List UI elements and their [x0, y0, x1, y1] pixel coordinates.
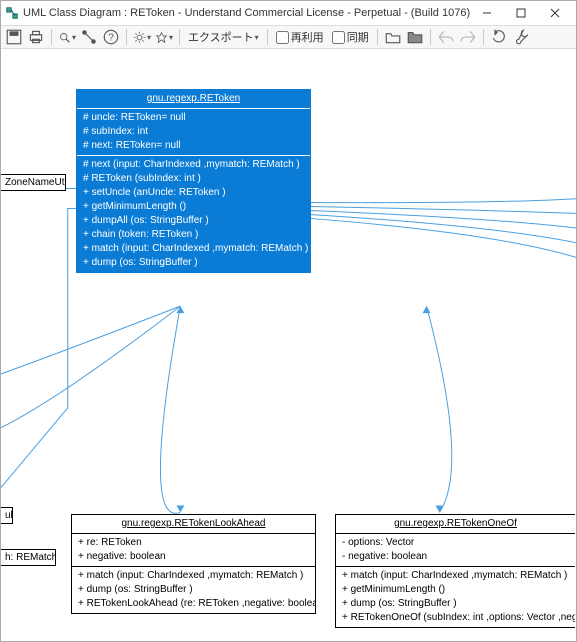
help-icon[interactable]: ? [102, 28, 120, 46]
wrench-icon[interactable] [512, 28, 530, 46]
titlebar: UML Class Diagram : REToken - Understand… [1, 1, 576, 25]
partial-class-zonenameutility[interactable]: ZoneNameUtility [1, 174, 66, 191]
class-operations: + match (input: CharIndexed ,mymatch: RE… [336, 567, 575, 627]
separator [267, 29, 268, 45]
export-dropdown[interactable]: エクスポート [186, 29, 261, 45]
maximize-button[interactable] [504, 2, 538, 24]
separator [483, 29, 484, 45]
separator [377, 29, 378, 45]
sync-checkbox[interactable]: 同期 [330, 29, 371, 45]
separator [126, 29, 127, 45]
gear-icon[interactable] [133, 28, 151, 46]
svg-text:?: ? [108, 32, 114, 43]
window-title: UML Class Diagram : REToken - Understand… [23, 7, 470, 19]
forward-icon[interactable] [459, 28, 477, 46]
class-operations: + match (input: CharIndexed ,mymatch: RE… [72, 567, 315, 613]
minimize-button[interactable] [470, 2, 504, 24]
class-name: gnu.regexp.RETokenLookAhead [72, 515, 315, 534]
toolbar: ? エクスポート 再利用 同期 [1, 25, 576, 49]
save-icon[interactable] [5, 28, 23, 46]
diagram-canvas[interactable]: ZoneNameUtility ub h: REMatch ) gnu.rege… [1, 49, 576, 641]
app-window: UML Class Diagram : REToken - Understand… [0, 0, 577, 642]
class-attributes: # uncle: REToken= null # subIndex: int #… [77, 109, 310, 156]
class-name: gnu.regexp.REToken [77, 90, 310, 109]
print-icon[interactable] [27, 28, 45, 46]
folder-open-icon[interactable] [384, 28, 402, 46]
class-attributes: + re: REToken + negative: boolean [72, 534, 315, 567]
reuse-checkbox[interactable]: 再利用 [274, 29, 326, 45]
app-icon [5, 6, 19, 20]
zoom-icon[interactable] [58, 28, 76, 46]
uml-class-retoken[interactable]: gnu.regexp.REToken # uncle: REToken= nul… [76, 89, 311, 273]
partial-class-ub[interactable]: ub [1, 507, 13, 524]
uml-class-retokenoneof[interactable]: gnu.regexp.RETokenOneOf - options: Vecto… [335, 514, 575, 628]
separator [51, 29, 52, 45]
folder-icon[interactable] [406, 28, 424, 46]
separator [179, 29, 180, 45]
back-icon[interactable] [437, 28, 455, 46]
uml-class-retokenlookahead[interactable]: gnu.regexp.RETokenLookAhead + re: REToke… [71, 514, 316, 614]
refresh-icon[interactable] [490, 28, 508, 46]
class-attributes: - options: Vector - negative: boolean [336, 534, 575, 567]
partial-class-rematch[interactable]: h: REMatch ) [1, 549, 56, 566]
close-button[interactable] [538, 2, 572, 24]
class-operations: # next (input: CharIndexed ,mymatch: REM… [77, 156, 310, 272]
path-mode-icon[interactable] [80, 28, 98, 46]
separator [430, 29, 431, 45]
class-name: gnu.regexp.RETokenOneOf [336, 515, 575, 534]
star-icon[interactable] [155, 28, 173, 46]
